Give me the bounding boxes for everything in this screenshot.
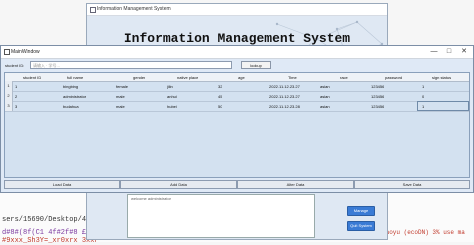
cell-full-name[interactable]: budahua	[63, 104, 79, 109]
cell-gender[interactable]: male	[116, 94, 125, 99]
column-header[interactable]: student ID	[23, 75, 41, 80]
save-data-button[interactable]: Save Data	[354, 180, 470, 189]
console-line: sers/15690/Desktop/400P	[2, 216, 99, 224]
app-icon	[90, 7, 96, 13]
cell-password[interactable]: 123456	[371, 104, 384, 109]
cell-native-place[interactable]: jilin	[167, 84, 173, 89]
cell-native-place[interactable]: anhui	[167, 94, 177, 99]
lookup-button[interactable]: lookup	[241, 61, 271, 69]
student-table[interactable]: student ID full name gender native place…	[4, 72, 470, 178]
search-bar: student ID: 请输入 · 学号... lookup	[4, 61, 470, 70]
quit-system-button[interactable]: Quit System	[347, 221, 375, 231]
close-icon[interactable]: ✕	[457, 47, 471, 57]
row-number: 3	[5, 101, 13, 111]
column-header[interactable]: native place	[177, 75, 198, 80]
column-header[interactable]: password	[385, 75, 402, 80]
cell-student-id[interactable]: 1	[15, 84, 17, 89]
column-header[interactable]: full name	[67, 75, 83, 80]
cell-time[interactable]: 2022.11.12.23.27	[269, 84, 300, 89]
console-line: #9xxx_Sh3Y=_xr0xrx 3xxr	[2, 237, 99, 245]
cell-student-id[interactable]: 2	[15, 94, 17, 99]
maximize-icon[interactable]: □	[442, 47, 456, 57]
cell-student-id[interactable]: 3	[15, 104, 17, 109]
cell-password[interactable]: 123456	[371, 84, 384, 89]
cell-race[interactable]: asian	[320, 104, 330, 109]
cell-race[interactable]: asian	[320, 84, 330, 89]
action-bar: Load Data Add Data Alter Data Save Data	[4, 180, 470, 189]
cell-gender[interactable]: male	[116, 104, 125, 109]
column-header[interactable]: race	[340, 75, 348, 80]
main-window-titlebar: MainWindow — □ ✕	[1, 46, 473, 59]
row-number: 2	[5, 91, 13, 101]
cell-age[interactable]: 32	[218, 84, 222, 89]
cell-edit-box[interactable]	[417, 101, 469, 111]
column-header[interactable]: age	[238, 75, 245, 80]
column-header[interactable]: Time	[288, 75, 297, 80]
cell-full-name[interactable]: bingbing	[63, 84, 78, 89]
welcome-textbox[interactable]: welcome administrator	[127, 194, 315, 238]
cell-password[interactable]: 123456	[371, 94, 384, 99]
cell-race[interactable]: asian	[320, 94, 330, 99]
main-window: MainWindow — □ ✕ student ID: 请输入 · 学号...…	[0, 45, 474, 193]
column-header[interactable]: sign status	[432, 75, 451, 80]
console-line: d#8#(8f(C1 4f#2f#8 £8£	[2, 229, 95, 237]
add-data-button[interactable]: Add Data	[120, 180, 237, 189]
student-id-input[interactable]: 请输入 · 学号...	[30, 61, 232, 69]
cell-native-place[interactable]: hubei	[167, 104, 177, 109]
cell-gender[interactable]: female	[116, 84, 128, 89]
column-header[interactable]: gender	[133, 75, 145, 80]
bg-window-title: Information Management System	[97, 6, 171, 12]
load-data-button[interactable]: Load Data	[4, 180, 120, 189]
system-heading: Information Management System	[123, 31, 351, 46]
manage-button[interactable]: Manage	[347, 206, 375, 216]
cell-full-name[interactable]: administrator	[63, 94, 86, 99]
console-line: Baoyu (ecoDN) 3% use ma	[382, 229, 465, 236]
cell-age[interactable]: 50	[218, 104, 222, 109]
app-icon	[4, 49, 10, 55]
main-window-title: MainWindow	[11, 49, 40, 55]
alter-data-button[interactable]: Alter Data	[237, 180, 354, 189]
cell-time[interactable]: 2022.11.12.23.28	[269, 104, 300, 109]
cell-time[interactable]: 2022.11.12.23.27	[269, 94, 300, 99]
cell-sign-status[interactable]: 0	[422, 94, 424, 99]
student-id-label: student ID:	[5, 63, 25, 68]
cell-age[interactable]: 45	[218, 94, 222, 99]
table-row[interactable]: 3 3 budahua male hubei 50 2022.11.12.23.…	[5, 101, 469, 112]
row-number: 1	[5, 81, 13, 91]
cell-sign-status[interactable]: 1	[422, 84, 424, 89]
minimize-icon[interactable]: —	[427, 47, 441, 57]
